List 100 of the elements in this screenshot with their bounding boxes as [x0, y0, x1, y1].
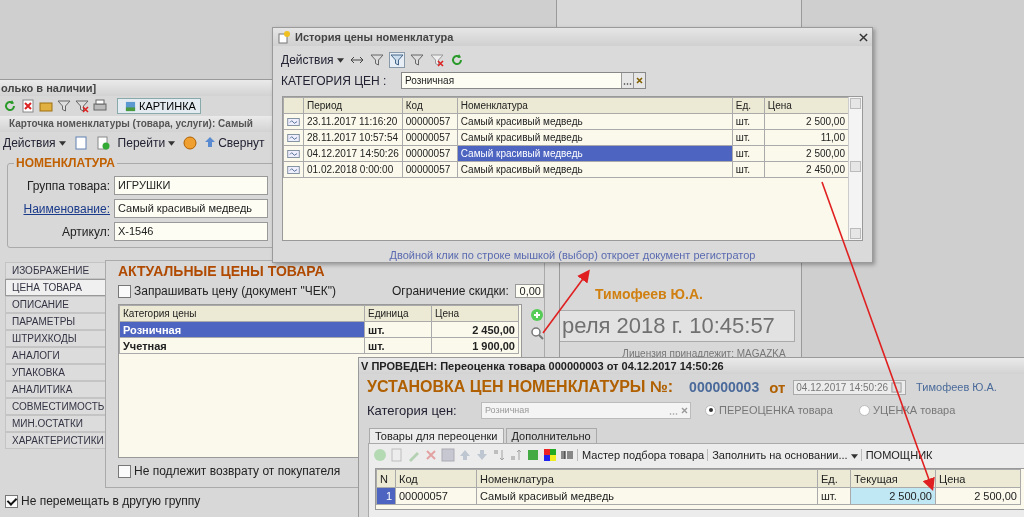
- scroll-down-button[interactable]: [850, 228, 861, 239]
- checkbox[interactable]: [5, 494, 18, 508]
- table-row[interactable]: 28.11.2017 10:57:54 00000057 Самый красивый медведь шт. 11,00: [283, 129, 849, 146]
- input-field[interactable]: 0,00: [514, 284, 544, 298]
- clear-button[interactable]: [633, 73, 645, 88]
- filter-icon[interactable]: [389, 53, 404, 67]
- header-cell: Ед.: [817, 469, 851, 488]
- down-arrow-icon[interactable]: [475, 448, 489, 462]
- side-tab[interactable]: АНАЛОГИ: [5, 347, 105, 364]
- radio-button[interactable]: [705, 404, 716, 416]
- checkbox-label: Не подлежит возврату от покупателя: [134, 464, 341, 478]
- picture-button[interactable]: КАРТИНКА: [117, 98, 201, 114]
- refresh-icon[interactable]: [449, 53, 464, 67]
- print-icon[interactable]: [93, 99, 107, 113]
- side-tab[interactable]: ШТРИХКОДЫ: [5, 330, 105, 347]
- header-cell: Номенклатура: [476, 469, 818, 488]
- folder-icon[interactable]: [39, 99, 53, 113]
- choose-button[interactable]: [621, 73, 633, 88]
- record-icon: [287, 149, 300, 158]
- side-tab[interactable]: МИН.ОСТАТКИ: [5, 415, 105, 432]
- calendar-icon[interactable]: [891, 381, 903, 393]
- checkbox-label: Запрашивать цену (документ "ЧЕК"): [134, 284, 336, 298]
- side-tab[interactable]: ЦЕНА ТОВАРА: [5, 279, 105, 296]
- image-icon: [125, 100, 136, 112]
- magnifier-icon[interactable]: [530, 326, 544, 340]
- field-label: Ограничение скидки:: [392, 284, 509, 298]
- license-text: Лицензия принадлежит: MAGAZKA: [621, 348, 787, 359]
- record-icon: [287, 133, 300, 142]
- collapse-link[interactable]: Свернут: [205, 136, 265, 150]
- tab[interactable]: Товары для переоценки: [369, 428, 504, 443]
- delete-icon[interactable]: [21, 99, 35, 113]
- barcode-icon[interactable]: [560, 448, 574, 462]
- document-add-icon[interactable]: [95, 136, 110, 150]
- side-tab[interactable]: АНАЛИТИКА: [5, 381, 105, 398]
- filter-icon[interactable]: [369, 53, 384, 67]
- radio-button[interactable]: [859, 404, 870, 416]
- field-label: Группа товара:: [26, 178, 110, 193]
- record-icon: [287, 165, 300, 174]
- header-cell: Цена: [764, 97, 849, 114]
- side-tab[interactable]: ОПИСАНИЕ: [5, 296, 105, 313]
- menu-dropdown[interactable]: Действия: [281, 53, 344, 67]
- caret-icon: [850, 453, 858, 459]
- table-row[interactable]: 01.02.2018 0:00:00 00000057 Самый красивый медведь шт. 2 450,00: [283, 161, 849, 178]
- checkbox[interactable]: [118, 284, 131, 298]
- table-row[interactable]: 23.11.2017 11:16:20 00000057 Самый красивый медведь шт. 2 500,00: [283, 113, 849, 130]
- checkbox-label: Не перемещать в другую группу: [21, 494, 201, 508]
- field-label: Категория цен:: [367, 402, 458, 418]
- filter-icon[interactable]: [57, 99, 71, 113]
- input-field[interactable]: X-1546: [114, 222, 268, 241]
- caret-icon: [58, 141, 66, 147]
- header-cell: Текущая: [850, 469, 936, 488]
- scrollbar[interactable]: [848, 97, 862, 240]
- header-cell: Код: [402, 97, 458, 114]
- caret-icon: [336, 58, 344, 64]
- window-title: V ПРОВЕДЕН: Переоценка товара 000000003 от 04.12.2017 14:50:26: [359, 358, 1024, 374]
- header-cell: Номенклатура: [457, 97, 733, 114]
- document-number: 000000003: [689, 379, 760, 395]
- field-link[interactable]: Наименование:: [14, 201, 110, 216]
- up-arrow-icon: [205, 137, 216, 147]
- header-cell: Единица: [364, 305, 432, 322]
- checkbox[interactable]: [118, 464, 131, 478]
- header-cell: N: [376, 469, 396, 488]
- record-icon: [287, 117, 300, 126]
- side-tab[interactable]: УПАКОВКА: [5, 364, 105, 381]
- table-row[interactable]: Розничная шт. 2 450,00: [119, 321, 519, 338]
- palette-icon[interactable]: [543, 448, 557, 462]
- menu-dropdown[interactable]: Перейти: [117, 136, 176, 150]
- header-cell: Цена: [431, 305, 519, 322]
- close-icon[interactable]: [859, 32, 868, 42]
- date-field[interactable]: 04.12.2017 14:50:26: [793, 379, 907, 395]
- field-label: Артикул:: [60, 224, 110, 239]
- help-icon[interactable]: [183, 136, 198, 150]
- refresh-icon[interactable]: [3, 99, 17, 113]
- toolbar-button[interactable]: Мастер подбора товара: [577, 449, 705, 461]
- menu-dropdown[interactable]: Действия: [3, 136, 66, 150]
- up-arrow-icon[interactable]: [458, 448, 472, 462]
- document-icon[interactable]: [73, 136, 88, 150]
- side-tab[interactable]: ХАРАКТЕРИСТИКИ: [5, 432, 105, 449]
- toolbar-button[interactable]: Заполнить на основании...: [707, 449, 858, 461]
- side-tab[interactable]: СОВМЕСТИМОСТЬ: [5, 398, 105, 415]
- sort-icon[interactable]: [492, 448, 506, 462]
- side-tab[interactable]: ПАРАМЕТРЫ: [5, 313, 105, 330]
- table-row[interactable]: 04.12.2017 14:50:26 00000057 Самый красивый медведь шт. 2 500,00: [283, 145, 849, 162]
- hint-text: Двойной клик по строке мышкой (выбор) откроет документ регистратор: [388, 249, 757, 261]
- sort-icon[interactable]: [509, 448, 523, 462]
- input-field[interactable]: Розничная: [401, 72, 646, 89]
- side-tab[interactable]: ИЗОБРАЖЕНИЕ: [5, 262, 105, 279]
- input-field[interactable]: Самый красивый медведь: [114, 199, 268, 218]
- table-row[interactable]: Учетная шт. 1 900,00: [119, 337, 519, 354]
- filter-clear-icon[interactable]: [429, 53, 444, 67]
- scroll-up-button[interactable]: [850, 98, 861, 109]
- tab[interactable]: Дополнительно: [505, 428, 597, 443]
- document-heading: УСТАНОВКА ЦЕН НОМЕНКЛАТУРЫ №:: [367, 378, 674, 396]
- filter-clear-icon[interactable]: [75, 99, 89, 113]
- input-field[interactable]: ИГРУШКИ: [114, 176, 268, 195]
- header-cell: Период: [303, 97, 403, 114]
- caret-icon: [168, 141, 176, 147]
- filter-icon[interactable]: [409, 53, 424, 67]
- add-icon[interactable]: [530, 308, 544, 322]
- scroll-thumb[interactable]: [850, 161, 861, 172]
